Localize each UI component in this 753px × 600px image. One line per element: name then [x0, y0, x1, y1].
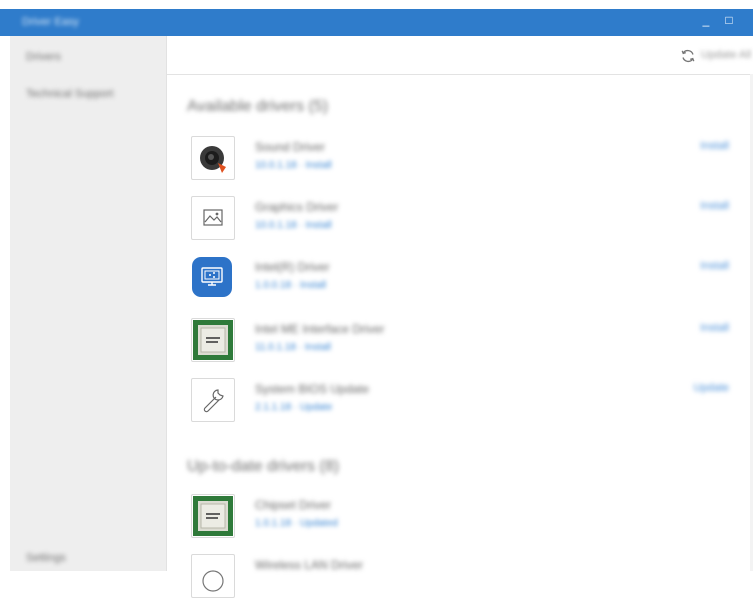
image-icon [191, 196, 235, 240]
list-item: Chipset Driver 1.0.1.18 · Updated [191, 494, 751, 540]
maximize-button[interactable]: □ [720, 13, 738, 27]
driver-name: System BIOS Update [255, 382, 370, 396]
sidebar-item-drivers[interactable]: Drivers [26, 51, 61, 63]
driver-name: Sound Driver [255, 140, 326, 154]
driver-version[interactable]: 1.0.1.18 · Updated [255, 518, 338, 529]
sidebar: Drivers Technical Support Settings [10, 36, 167, 571]
install-button[interactable]: Install [700, 322, 729, 334]
sidebar-item-settings[interactable]: Settings [26, 552, 66, 564]
update-button[interactable]: Update [694, 382, 729, 394]
screen-share-icon [191, 256, 233, 298]
driver-name: Intel(R) Driver [255, 260, 330, 274]
chip-icon [191, 318, 235, 362]
up-to-date-drivers-heading: Up-to-date drivers (8) [187, 458, 340, 475]
chip-icon [191, 494, 235, 538]
driver-version[interactable]: 2.1.1.18 · Update [255, 402, 332, 413]
available-drivers-heading: Available drivers (5) [187, 98, 329, 115]
wrench-icon [191, 378, 235, 422]
toolbar: Update All [167, 36, 753, 75]
wifi-icon [191, 554, 235, 598]
driver-version[interactable]: 10.0.1.18 · Install [255, 160, 332, 171]
sidebar-item-technical-support[interactable]: Technical Support [26, 88, 113, 100]
title-bar: Driver Easy _ □ [0, 9, 753, 36]
driver-name: Intel ME Interface Driver [255, 322, 385, 336]
main-panel: Update All Available drivers (5) Sound D… [167, 36, 753, 598]
install-button[interactable]: Install [700, 200, 729, 212]
list-item: System BIOS Update 2.1.1.18 · Update Upd… [191, 378, 751, 424]
driver-version[interactable]: 1.0.0.18 · Install [255, 280, 326, 291]
driver-name: Wireless LAN Driver [255, 558, 364, 572]
driver-version[interactable]: 10.0.1.18 · Install [255, 220, 332, 231]
window-title: Driver Easy [22, 16, 79, 28]
list-item: Sound Driver 10.0.1.18 · Install Install [191, 136, 751, 182]
minimize-button[interactable]: _ [697, 13, 715, 27]
install-button[interactable]: Install [700, 140, 729, 152]
list-item: Intel(R) Driver 1.0.0.18 · Install Insta… [191, 256, 751, 302]
refresh-icon[interactable] [680, 48, 696, 64]
driver-name: Chipset Driver [255, 498, 332, 512]
list-item: Graphics Driver 10.0.1.18 · Install Inst… [191, 196, 751, 242]
update-all-button[interactable]: Update All [701, 49, 751, 61]
list-item: Wireless LAN Driver [191, 554, 751, 600]
list-item: Intel ME Interface Driver 11.0.1.18 · In… [191, 318, 751, 364]
install-button[interactable]: Install [700, 260, 729, 272]
speaker-icon [191, 136, 235, 180]
driver-version[interactable]: 11.0.1.18 · Install [255, 342, 331, 353]
driver-name: Graphics Driver [255, 200, 339, 214]
